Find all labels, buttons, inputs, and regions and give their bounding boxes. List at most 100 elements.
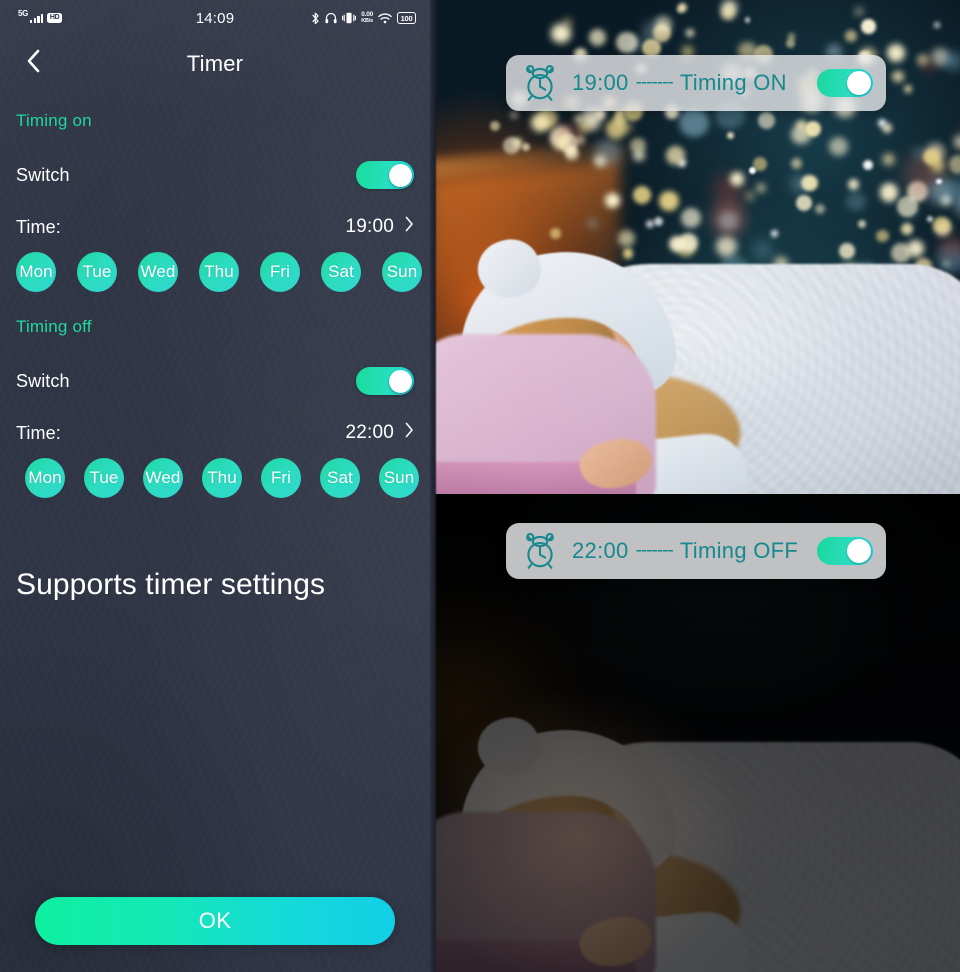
ok-button[interactable]: OK: [35, 897, 395, 945]
day-label: Sun: [386, 262, 418, 281]
back-button[interactable]: [18, 49, 48, 79]
battery-icon: 100: [397, 12, 416, 24]
phone-panel: 5G HD 14:09 0.00 KB/s 100 Timer Timing o…: [0, 0, 430, 972]
bokeh-dot: [804, 121, 821, 138]
signal-bars-icon: [30, 13, 44, 23]
bokeh-dot: [855, 7, 863, 16]
timing-on-time-row[interactable]: Time: 19:00: [16, 216, 414, 238]
status-bar-right: 0.00 KB/s 100: [311, 11, 416, 25]
badge-toggle[interactable]: [817, 69, 873, 97]
bokeh-dot: [904, 84, 913, 93]
bokeh-dot: [861, 19, 876, 34]
bokeh-dot: [490, 121, 501, 132]
alarm-clock-icon: [522, 532, 558, 570]
timing-on-time-label: Time:: [16, 216, 61, 237]
toggle-knob: [847, 71, 871, 95]
day-toggle-tue[interactable]: Tue: [77, 252, 117, 292]
bokeh-dot: [755, 183, 766, 194]
day-label: Fri: [269, 262, 291, 281]
day-label: Wed: [140, 262, 176, 281]
day-toggle-wed[interactable]: Wed: [138, 252, 178, 292]
bokeh-dot: [686, 29, 695, 38]
timing-off-time-row[interactable]: Time: 22:00: [16, 422, 414, 444]
bokeh-dot: [744, 16, 751, 23]
sleeping-child-bright: [430, 194, 960, 494]
bokeh-dot: [953, 135, 960, 149]
day-toggle-sat[interactable]: Sat: [320, 458, 360, 498]
day-label: Sun: [383, 468, 415, 487]
day-toggle-mon[interactable]: Mon: [16, 252, 56, 292]
bokeh-dot: [791, 176, 807, 193]
timing-on-switch-toggle[interactable]: [356, 161, 414, 189]
timing-on-time-value: 19:00: [345, 216, 394, 237]
bokeh-dot: [655, 16, 673, 34]
toggle-knob: [388, 163, 412, 187]
bokeh-dot: [943, 51, 960, 70]
bokeh-dot: [721, 6, 735, 20]
day-label: Mon: [28, 468, 62, 487]
bokeh-dot: [616, 31, 638, 54]
day-toggle-thu[interactable]: Thu: [202, 458, 242, 498]
bokeh-dot: [727, 132, 735, 140]
bokeh-dot: [666, 146, 685, 165]
day-toggle-fri[interactable]: Fri: [260, 252, 300, 292]
bokeh-dot: [588, 29, 606, 47]
status-bar-left: 5G HD: [18, 10, 63, 23]
bokeh-dot: [919, 57, 937, 74]
bokeh-dot: [883, 153, 895, 165]
headphones-icon: [325, 12, 337, 24]
badge-time: 22:00: [572, 538, 629, 563]
bokeh-dot: [679, 107, 709, 138]
day-label: Mon: [19, 262, 53, 281]
chevron-left-icon: [25, 48, 42, 79]
timer-off-badge: 22:00 ------- Timing OFF: [506, 523, 886, 579]
timing-on-switch-row: Switch: [16, 161, 414, 189]
bokeh-dot: [848, 179, 860, 191]
network-speed-unit: KB/s: [361, 18, 374, 24]
photo-panel: 19:00 ------- Timing ON 22:00 ------- Ti…: [430, 0, 960, 972]
day-label: Tue: [89, 468, 119, 487]
bokeh-dot: [593, 139, 621, 167]
badge-toggle[interactable]: [817, 537, 873, 565]
badge-label: Timing ON: [679, 70, 787, 95]
timing-off-switch-toggle[interactable]: [356, 367, 414, 395]
day-toggle-tue[interactable]: Tue: [84, 458, 124, 498]
day-label: Sat: [327, 468, 353, 487]
timing-on-title: Timing on: [16, 111, 92, 130]
bokeh-dot: [862, 160, 873, 171]
bokeh-dot: [752, 157, 767, 172]
day-label: Fri: [270, 468, 292, 487]
status-bar: 5G HD 14:09 0.00 KB/s 100: [0, 0, 430, 36]
bokeh-dot: [934, 22, 940, 28]
badge-time: 19:00: [572, 70, 629, 95]
bokeh-dot: [791, 158, 803, 170]
alarm-clock-icon: [522, 64, 558, 102]
timing-on-days: Mon Tue Wed Thu Fri Sat Sun: [16, 252, 422, 292]
timing-on-section: Timing on Switch Time: 19:00 Mon Tue Wed…: [0, 111, 430, 292]
bokeh-dot: [729, 171, 744, 186]
badge-dash: -------: [635, 72, 674, 93]
confirm-button-wrap: OK: [0, 897, 430, 945]
vibrate-icon: [342, 12, 357, 24]
day-toggle-wed[interactable]: Wed: [143, 458, 183, 498]
day-toggle-mon[interactable]: Mon: [25, 458, 65, 498]
bokeh-dot: [619, 121, 632, 134]
day-toggle-sun[interactable]: Sun: [382, 252, 422, 292]
page-title: Timer: [186, 50, 244, 76]
timing-off-days: Mon Tue Wed Thu Fri Sat Sun: [16, 458, 419, 498]
timing-off-switch-label: Switch: [16, 370, 70, 391]
timer-on-badge: 19:00 ------- Timing ON: [506, 55, 886, 111]
day-toggle-thu[interactable]: Thu: [199, 252, 239, 292]
day-toggle-sat[interactable]: Sat: [321, 252, 361, 292]
bokeh-dot: [503, 137, 520, 154]
photo-timer-on: 19:00 ------- Timing ON: [430, 0, 960, 494]
day-toggle-sun[interactable]: Sun: [379, 458, 419, 498]
bokeh-dot: [551, 23, 571, 44]
bokeh-dot: [828, 137, 848, 157]
day-label: Thu: [207, 468, 237, 487]
bokeh-dot: [677, 2, 687, 13]
day-label: Tue: [82, 262, 112, 281]
bokeh-dot: [510, 110, 519, 120]
day-toggle-fri[interactable]: Fri: [261, 458, 301, 498]
timing-off-time-label: Time:: [16, 422, 61, 443]
